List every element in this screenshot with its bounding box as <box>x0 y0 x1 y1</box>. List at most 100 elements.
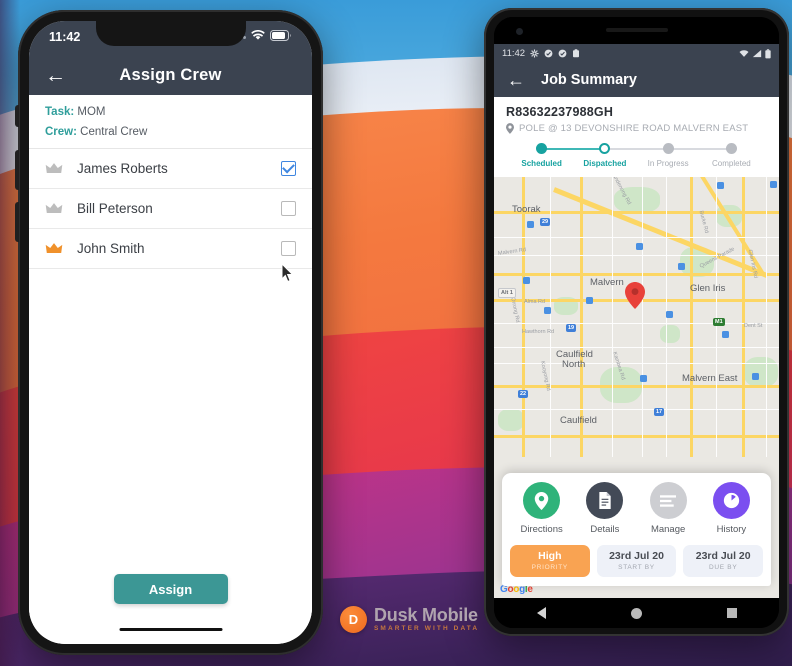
document-icon <box>599 492 611 509</box>
list-item[interactable]: James Roberts <box>29 149 312 189</box>
android-device-frame: 11:42 ← Job Summary R83632237988GH POLE … <box>484 8 789 636</box>
step-connector <box>604 147 669 150</box>
dusk-mobile-watermark: D Dusk Mobile SMARTER WITH DATA <box>340 606 479 633</box>
step-connector <box>668 147 732 150</box>
wifi-icon <box>739 50 749 57</box>
mouse-cursor-icon <box>281 262 294 283</box>
android-app-bar: ← Job Summary <box>494 63 779 97</box>
map-road <box>494 385 779 388</box>
action-manage[interactable]: Manage <box>639 482 697 535</box>
map-park <box>744 357 778 387</box>
crew-member-name: James Roberts <box>77 161 168 176</box>
crown-icon <box>45 162 63 175</box>
watermark-brand-name: Dusk Mobile <box>374 605 478 626</box>
crew-label: Crew: <box>45 126 77 138</box>
chip-start-by[interactable]: 23rd Jul 20 START BY <box>596 545 677 577</box>
step-label: In Progress <box>647 159 689 168</box>
back-arrow-icon[interactable]: ← <box>45 65 66 86</box>
job-actions-sheet: Directions Details Manage History High P… <box>502 473 771 586</box>
map-place-label: North <box>562 359 586 370</box>
route-shield: 29 <box>540 218 551 226</box>
phone-volume-down-button[interactable] <box>15 202 19 242</box>
action-details[interactable]: Details <box>576 482 634 535</box>
step-label: Dispatched <box>583 159 627 168</box>
android-status-time: 11:42 <box>502 48 526 59</box>
chip-priority[interactable]: High PRIORITY <box>510 545 590 577</box>
check-circle-icon <box>544 49 553 58</box>
ios-app-bar: ← Assign Crew <box>29 55 312 95</box>
phone-silent-switch[interactable] <box>15 105 19 127</box>
route-shield-motorway: M1 <box>713 318 725 326</box>
step-dot <box>725 143 737 154</box>
step-dot <box>536 143 548 154</box>
map-poi-icon <box>527 221 534 228</box>
job-location-map[interactable]: Toorak Malvern Glen Iris Caulfield North… <box>494 177 779 598</box>
map-street <box>494 409 779 411</box>
crew-checkbox[interactable] <box>281 161 296 176</box>
step-scheduled[interactable]: Scheduled <box>510 143 605 168</box>
meta-row-crew: Crew: Central Crew <box>45 126 296 138</box>
android-navigation-bar <box>494 598 779 628</box>
clipboard-icon <box>573 49 580 58</box>
directions-circle <box>523 482 561 519</box>
map-street-label: Dent St <box>744 323 763 329</box>
map-street <box>494 323 779 325</box>
map-poi-icon <box>523 277 530 284</box>
nav-recents-icon[interactable] <box>726 608 737 618</box>
map-poi-icon <box>586 297 593 304</box>
wifi-icon <box>251 29 265 44</box>
android-top-bezel <box>494 17 779 44</box>
chip-due-by[interactable]: 23rd Jul 20 DUE BY <box>683 545 764 577</box>
crew-checkbox[interactable] <box>281 241 296 256</box>
map-marker-icon[interactable] <box>625 282 645 309</box>
chip-caption: PRIORITY <box>531 564 568 571</box>
map-place-label: Glen Iris <box>690 283 726 294</box>
list-item[interactable]: John Smith <box>29 229 312 269</box>
route-shield: 19 <box>566 324 577 332</box>
nav-home-icon[interactable] <box>630 607 642 619</box>
assign-button[interactable]: Assign <box>113 574 228 604</box>
action-history[interactable]: History <box>702 482 760 535</box>
iphone-device-frame: 11:42 ← Assign Crew Task: MOM Crew: Cent… <box>15 10 323 655</box>
crew-member-name: John Smith <box>77 241 145 256</box>
assign-button-container: Assign <box>29 574 312 644</box>
crown-icon <box>45 242 63 255</box>
job-status-stepper: Scheduled Dispatched In Progress Complet… <box>506 143 767 171</box>
home-indicator[interactable] <box>119 627 222 631</box>
map-place-label: Malvern East <box>682 373 738 384</box>
back-arrow-icon[interactable]: ← <box>507 71 525 89</box>
check-circle-icon <box>558 49 567 58</box>
list-item[interactable]: Bill Peterson <box>29 189 312 229</box>
ios-status-time: 11:42 <box>49 30 81 44</box>
map-road <box>690 177 693 457</box>
action-directions[interactable]: Directions <box>513 482 571 535</box>
crew-value: Central Crew <box>80 126 148 138</box>
job-address-row: POLE @ 13 DEVONSHIRE ROAD MALVERN EAST <box>506 123 767 134</box>
chip-caption: START BY <box>618 564 655 571</box>
clock-icon <box>723 492 740 509</box>
action-label: Manage <box>650 524 686 535</box>
page-title: Job Summary <box>541 72 637 88</box>
battery-icon <box>270 30 292 44</box>
history-circle <box>712 482 750 519</box>
map-place-label: Caulfield <box>560 415 597 426</box>
map-road <box>494 435 779 438</box>
map-road <box>522 177 525 457</box>
android-status-bar: 11:42 <box>494 44 779 63</box>
map-road <box>742 177 745 457</box>
step-label: Completed <box>712 159 751 168</box>
nav-back-icon[interactable] <box>536 607 546 619</box>
iphone-screen: 11:42 ← Assign Crew Task: MOM Crew: Cent… <box>29 21 312 644</box>
earpiece-speaker <box>605 28 668 32</box>
map-street <box>716 177 718 457</box>
front-camera-icon <box>516 28 523 35</box>
chip-value: 23rd Jul 20 <box>695 550 751 562</box>
crew-checkbox[interactable] <box>281 201 296 216</box>
map-road <box>494 273 779 276</box>
map-street <box>766 177 768 457</box>
quick-actions-row: Directions Details Manage History <box>510 482 763 535</box>
phone-volume-up-button[interactable] <box>15 150 19 190</box>
watermark-tagline: SMARTER WITH DATA <box>374 625 480 633</box>
map-poi-icon <box>666 311 673 318</box>
map-street <box>612 177 614 457</box>
